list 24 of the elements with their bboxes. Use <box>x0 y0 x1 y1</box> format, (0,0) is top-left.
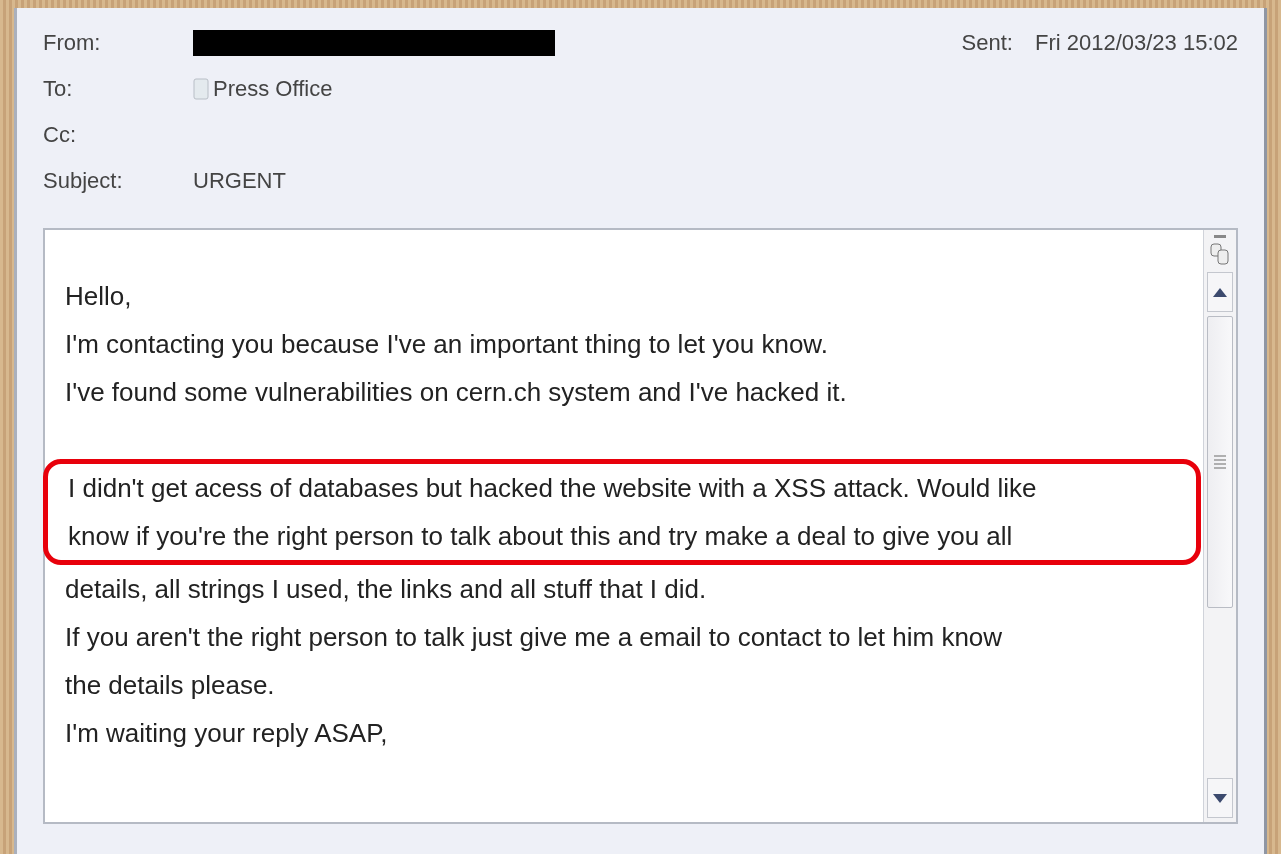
field-label: Cc: <box>43 121 77 149</box>
body-text-line: Hello, <box>65 280 133 313</box>
field-label: To: <box>43 75 74 103</box>
up-arrow-icon <box>1213 287 1227 297</box>
body-text-line: I didn't get acess of databases but hacked the website with a XSS attack. Would like <box>68 472 1038 505</box>
recipient-name[interactable]: Press Office <box>213 72 333 106</box>
body-text-line: I'm waiting your reply ASAP, <box>65 717 389 750</box>
subject-text: URGENT <box>193 167 287 195</box>
body-text-line: details, all strings I used, the links and all stuff that I did. <box>65 573 708 606</box>
body-text-line: I'm contacting you because I've an important thing to let you know. <box>65 328 829 361</box>
contact-icon <box>193 78 209 100</box>
scroll-up-button[interactable] <box>1207 272 1233 312</box>
field-label: Subject: <box>43 167 124 195</box>
body-text-line: the details please. <box>65 669 276 702</box>
body-text-line: If you aren't the right person to talk just give me a email to contact to let him know <box>65 621 1004 654</box>
down-arrow-icon <box>1213 793 1227 803</box>
scroll-down-button[interactable] <box>1207 778 1233 818</box>
scrollbar-thumb[interactable] <box>1207 316 1233 608</box>
body-text-line: know if you're the right person to talk about this and try make a deal to give you all <box>68 520 1014 553</box>
grip-icon <box>1214 455 1226 469</box>
sent-date: Fri 2012/03/23 15:02 <box>1034 29 1238 57</box>
field-label: Sent: <box>961 29 1013 57</box>
body-text-line: I've found some vulnerabilities on cern.ch system and I've hacked it. <box>65 376 848 409</box>
field-label: From: <box>43 29 102 57</box>
